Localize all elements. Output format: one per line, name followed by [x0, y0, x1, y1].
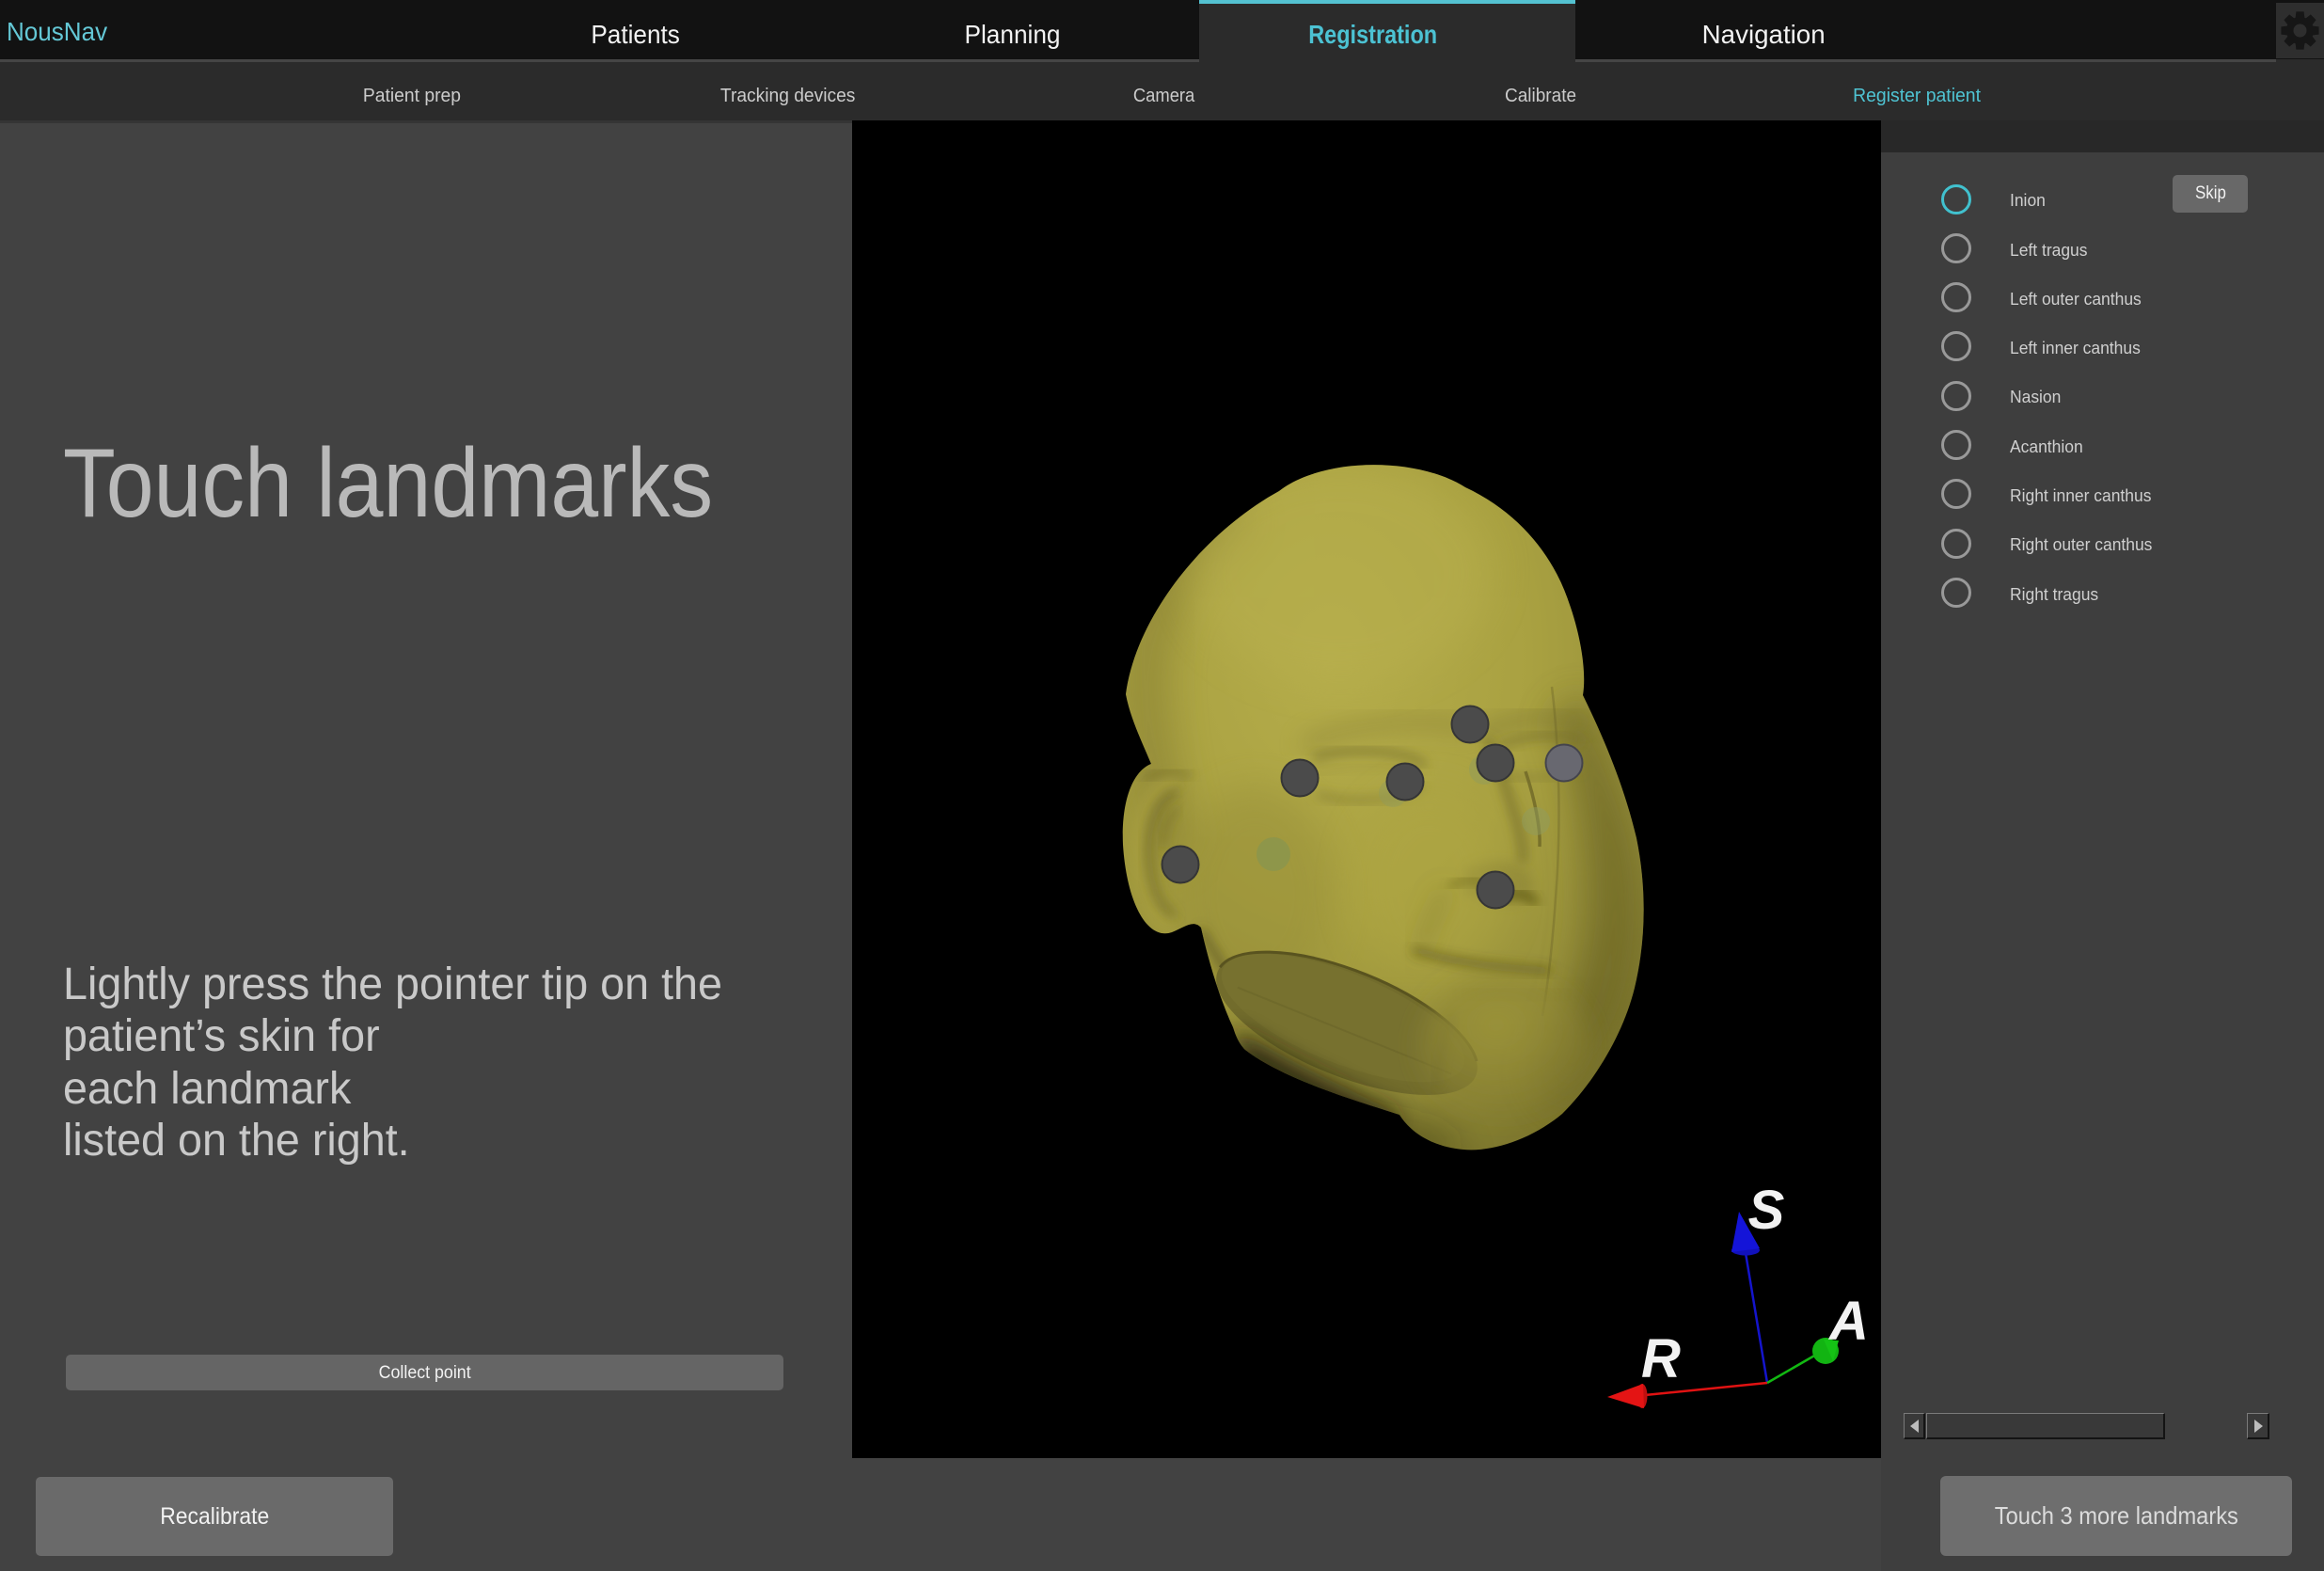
- svg-text:A: A: [1827, 1291, 1869, 1352]
- svg-text:R: R: [1641, 1328, 1681, 1389]
- svg-text:S: S: [1748, 1180, 1785, 1241]
